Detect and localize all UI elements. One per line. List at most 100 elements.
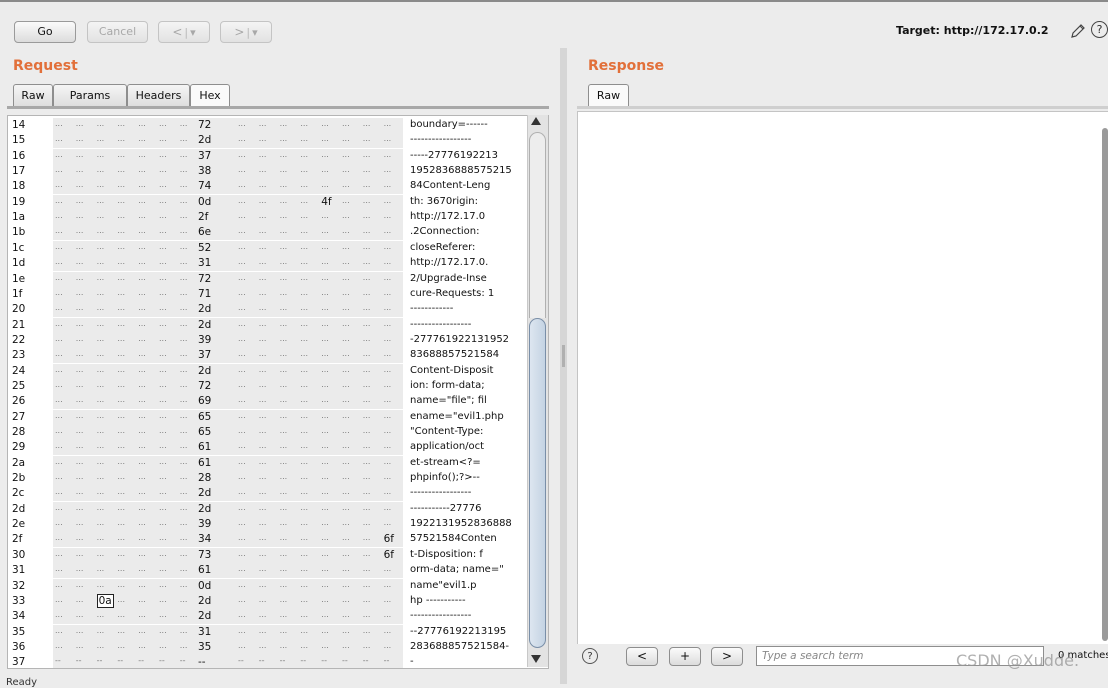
hex-byte-cell[interactable]: ... bbox=[384, 457, 392, 466]
hex-byte-cell[interactable]: -- bbox=[321, 656, 327, 665]
hex-byte-cell[interactable]: ... bbox=[180, 196, 188, 205]
hex-byte-cell[interactable]: ... bbox=[55, 211, 63, 220]
hex-byte-cell[interactable]: 4f bbox=[321, 196, 331, 208]
hex-byte-cell[interactable]: ... bbox=[363, 150, 371, 159]
hex-byte-cell[interactable]: ... bbox=[76, 196, 84, 205]
ascii-text-cell[interactable]: 1952836888575215 bbox=[410, 165, 526, 176]
hex-byte-cell[interactable]: ... bbox=[76, 626, 84, 635]
hex-byte-cell[interactable]: ... bbox=[76, 365, 84, 374]
table-row[interactable]: 2e..................... 39...............… bbox=[8, 517, 530, 533]
hex-byte-cell[interactable]: ... bbox=[321, 564, 329, 573]
table-row[interactable]: 2c..................... 2d...............… bbox=[8, 486, 530, 502]
hex-byte-cell[interactable]: ... bbox=[138, 610, 146, 619]
hex-byte-cell[interactable]: ... bbox=[259, 549, 267, 558]
hex-byte-cell[interactable]: ... bbox=[259, 503, 267, 512]
hex-byte-cell[interactable]: ... bbox=[180, 134, 188, 143]
hex-byte-cell[interactable]: ... bbox=[300, 257, 308, 266]
hex-byte-cell[interactable]: ... bbox=[384, 595, 392, 604]
table-row[interactable]: 34..................... 2d...............… bbox=[8, 609, 530, 625]
hex-byte-cell[interactable]: ... bbox=[97, 426, 105, 435]
hex-byte-cell[interactable]: ... bbox=[384, 134, 392, 143]
hex-byte-cell[interactable]: ... bbox=[117, 610, 125, 619]
hex-byte-cell[interactable]: ... bbox=[300, 441, 308, 450]
ascii-text-cell[interactable]: ----------------- bbox=[410, 134, 526, 145]
hex-byte-cell[interactable]: ... bbox=[180, 580, 188, 589]
hex-byte-cell[interactable]: ... bbox=[76, 150, 84, 159]
hex-byte-cell[interactable]: ... bbox=[138, 457, 146, 466]
hex-byte-cell[interactable]: ... bbox=[300, 349, 308, 358]
hex-byte-cell[interactable]: ... bbox=[180, 549, 188, 558]
hex-byte-cell[interactable]: ... bbox=[138, 257, 146, 266]
hex-byte-cell[interactable]: ... bbox=[76, 595, 84, 604]
hex-byte-cell[interactable]: ... bbox=[384, 641, 392, 650]
hex-byte-cell[interactable]: ... bbox=[300, 196, 308, 205]
selected-hex-cell[interactable]: 0a bbox=[96, 593, 114, 608]
hex-byte-cell[interactable]: ... bbox=[180, 395, 188, 404]
hex-byte-cell[interactable]: ... bbox=[363, 595, 371, 604]
hex-byte-cell[interactable]: ... bbox=[138, 319, 146, 328]
ascii-text-cell[interactable]: th: 3670rigin: bbox=[410, 196, 526, 207]
hex-byte-cell[interactable]: ... bbox=[159, 211, 167, 220]
hex-byte-cell[interactable]: ... bbox=[259, 288, 267, 297]
table-row[interactable]: 2d..................... 2d...............… bbox=[8, 501, 530, 517]
hex-byte-cell[interactable]: ... bbox=[117, 580, 125, 589]
hex-byte-cell[interactable]: ... bbox=[117, 641, 125, 650]
hex-byte-cell[interactable]: ... bbox=[363, 426, 371, 435]
table-row[interactable]: 1c..................... 52...............… bbox=[8, 240, 530, 256]
table-row[interactable]: 23..................... 37...............… bbox=[8, 348, 530, 364]
hex-byte-cell[interactable]: ... bbox=[342, 533, 350, 542]
hex-byte-cell[interactable]: 2d bbox=[198, 610, 211, 622]
hex-byte-cell[interactable]: ... bbox=[321, 595, 329, 604]
hex-byte-cell[interactable]: ... bbox=[55, 641, 63, 650]
hex-byte-cell[interactable]: ... bbox=[55, 349, 63, 358]
hex-byte-cell[interactable]: ... bbox=[180, 257, 188, 266]
hex-byte-cell[interactable]: ... bbox=[342, 288, 350, 297]
hex-byte-cell[interactable]: ... bbox=[280, 487, 288, 496]
hex-byte-cell[interactable]: ... bbox=[321, 518, 329, 527]
hex-byte-cell[interactable]: ... bbox=[76, 119, 84, 128]
hex-byte-cell[interactable]: ... bbox=[342, 134, 350, 143]
ascii-text-cell[interactable]: name="file"; fil bbox=[410, 395, 526, 406]
table-row[interactable]: 30..................... 73...............… bbox=[8, 547, 530, 563]
hex-byte-cell[interactable]: -- bbox=[117, 656, 123, 665]
hex-byte-cell[interactable]: ... bbox=[384, 503, 392, 512]
hex-byte-cell[interactable]: 39 bbox=[198, 518, 211, 530]
hex-byte-cell[interactable]: ... bbox=[300, 457, 308, 466]
hex-byte-cell[interactable]: ... bbox=[342, 211, 350, 220]
hex-byte-cell[interactable]: ... bbox=[238, 288, 246, 297]
hex-byte-cell[interactable]: 61 bbox=[198, 564, 211, 576]
table-row[interactable]: 21..................... 2d...............… bbox=[8, 317, 530, 333]
hex-byte-cell[interactable]: -- bbox=[180, 656, 186, 665]
hex-byte-cell[interactable]: ... bbox=[180, 426, 188, 435]
hex-byte-cell[interactable]: ... bbox=[117, 365, 125, 374]
hex-byte-cell[interactable]: ... bbox=[384, 180, 392, 189]
hex-byte-cell[interactable]: ... bbox=[180, 472, 188, 481]
hex-byte-cell[interactable]: ... bbox=[342, 365, 350, 374]
hex-byte-cell[interactable]: ... bbox=[238, 319, 246, 328]
ascii-text-cell[interactable]: -----------27776 bbox=[410, 503, 526, 514]
hex-byte-cell[interactable]: ... bbox=[321, 411, 329, 420]
hex-byte-cell[interactable]: ... bbox=[76, 441, 84, 450]
hex-byte-cell[interactable]: ... bbox=[321, 380, 329, 389]
hex-byte-cell[interactable]: ... bbox=[300, 380, 308, 389]
hex-byte-cell[interactable]: ... bbox=[180, 610, 188, 619]
hex-byte-cell[interactable]: 73 bbox=[198, 549, 211, 561]
hex-byte-cell[interactable]: ... bbox=[384, 319, 392, 328]
hex-byte-cell[interactable]: ... bbox=[300, 334, 308, 343]
hex-byte-cell[interactable]: 0d bbox=[198, 196, 211, 208]
hex-byte-cell[interactable]: ... bbox=[55, 487, 63, 496]
hex-byte-cell[interactable]: -- bbox=[198, 656, 206, 668]
hex-byte-cell[interactable]: ... bbox=[97, 334, 105, 343]
hex-byte-cell[interactable]: ... bbox=[300, 134, 308, 143]
table-row[interactable]: 33...... 0a............ 2d................… bbox=[8, 593, 530, 609]
hex-byte-cell[interactable]: 31 bbox=[198, 626, 211, 638]
hex-byte-cell[interactable]: ... bbox=[259, 626, 267, 635]
ascii-text-cell[interactable]: 1922131952836888 bbox=[410, 518, 526, 529]
hex-byte-cell[interactable]: ... bbox=[363, 334, 371, 343]
hex-byte-cell[interactable]: ... bbox=[238, 595, 246, 604]
hex-byte-cell[interactable]: ... bbox=[138, 119, 146, 128]
hex-byte-cell[interactable]: ... bbox=[321, 365, 329, 374]
hex-byte-cell[interactable]: ... bbox=[342, 610, 350, 619]
hex-byte-cell[interactable]: ... bbox=[238, 580, 246, 589]
hex-byte-cell[interactable]: 72 bbox=[198, 273, 211, 285]
